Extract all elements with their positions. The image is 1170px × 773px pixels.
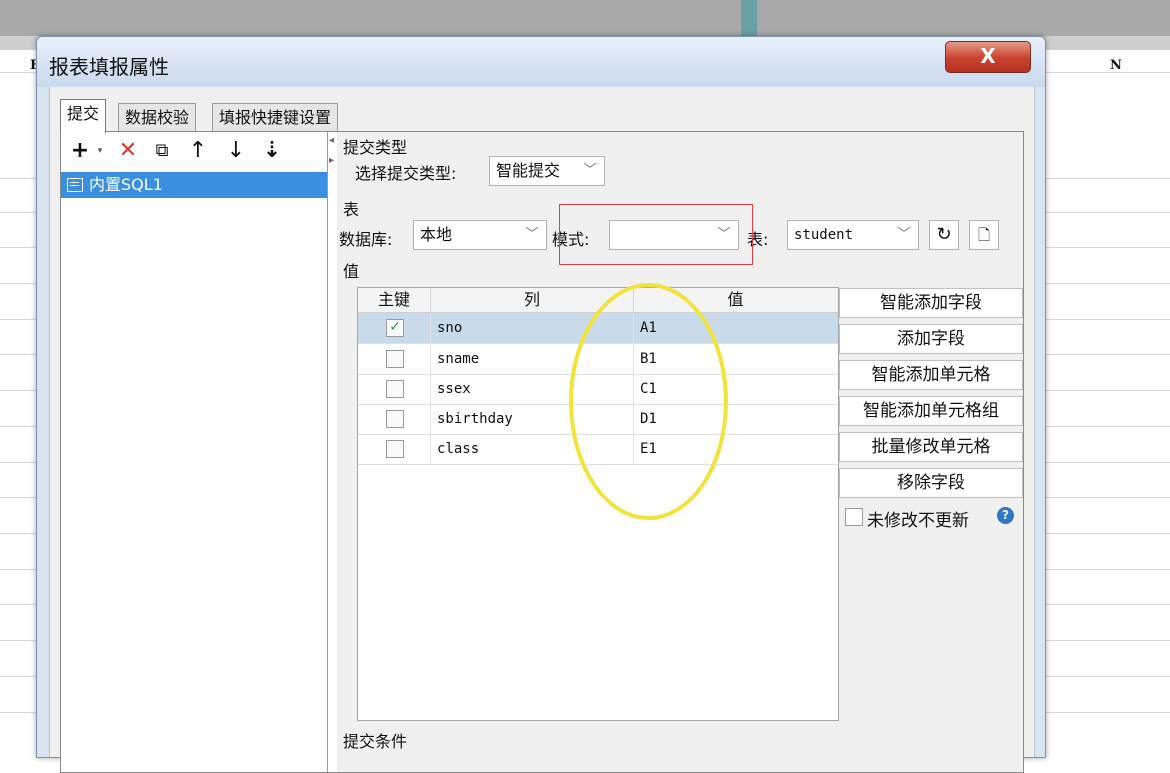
primary-key-checkbox[interactable] [386, 440, 404, 458]
value-section-title: 值 [343, 262, 360, 281]
tree-item-label: 内置SQL1 [89, 175, 163, 194]
primary-key-cell: ✓ [358, 313, 431, 343]
primary-key-cell [358, 434, 431, 464]
background-accent [741, 0, 757, 36]
refresh-icon[interactable]: ↻ [929, 220, 959, 250]
sort-icon[interactable]: ⇣ [259, 138, 285, 164]
database-value: 本地 [420, 225, 453, 244]
copy-icon[interactable]: ⧉ [149, 138, 175, 164]
background-toolbar [0, 0, 1170, 36]
table-section-title: 表 [343, 200, 360, 219]
primary-key-cell [358, 374, 431, 404]
close-button[interactable]: X [945, 41, 1031, 73]
primary-key-checkbox[interactable] [386, 410, 404, 428]
submit-type-select[interactable]: 智能提交 ﹀ [489, 156, 605, 186]
submit-type-section-title: 提交类型 [343, 138, 408, 157]
dialog-client-area: 提交 数据校验 填报快捷键设置 + ▾ ✕ ⧉ ↑ ↓ ⇣ 内置SQL1 ◂ ▸… [49, 87, 1035, 773]
move-down-icon[interactable]: ↓ [223, 138, 249, 164]
dialog-title: 报表填报属性 [49, 55, 169, 79]
annotation-red-box [559, 204, 753, 265]
chevron-down-icon: ﹀ [897, 227, 911, 242]
primary-key-cell [358, 344, 431, 374]
splitter-handle[interactable]: ◂ ▸ [329, 136, 335, 176]
submit-type-value: 智能提交 [496, 161, 561, 180]
database-select[interactable]: 本地 ﹀ [413, 220, 547, 250]
table-value: student [794, 227, 854, 243]
tab-submit[interactable]: 提交 [60, 99, 107, 133]
smart-add-field-button[interactable]: 智能添加字段 [839, 288, 1023, 318]
sql-icon [67, 178, 83, 192]
header-primary-key[interactable]: 主键 [358, 288, 431, 312]
tab-data-validation[interactable]: 数据校验 [118, 103, 197, 132]
add-dropdown-icon[interactable]: ▾ [87, 138, 113, 164]
submit-type-label: 选择提交类型: [355, 164, 457, 183]
primary-key-checkbox[interactable] [386, 380, 404, 398]
smart-add-cell-button[interactable]: 智能添加单元格 [839, 360, 1023, 390]
chevron-down-icon: ﹀ [583, 163, 597, 178]
database-label: 数据库: [339, 230, 393, 249]
report-fill-properties-dialog: 报表填报属性 X 提交 数据校验 填报快捷键设置 + ▾ ✕ ⧉ ↑ ↓ ⇣ 内… [36, 36, 1046, 773]
submit-condition-section-title: 提交条件 [343, 732, 408, 751]
no-update-if-unmodified-checkbox[interactable] [845, 508, 863, 526]
no-update-if-unmodified-label: 未修改不更新 [867, 511, 969, 531]
submit-list-pane: + ▾ ✕ ⧉ ↑ ↓ ⇣ 内置SQL1 [61, 132, 328, 772]
tab-fill-shortcut-settings[interactable]: 填报快捷键设置 [212, 103, 339, 132]
help-icon[interactable]: ? [997, 507, 1014, 524]
preview-table-icon[interactable]: 🗋 [969, 220, 999, 250]
annotation-yellow-ellipse [569, 283, 728, 520]
primary-key-checkbox[interactable] [386, 350, 404, 368]
table-select[interactable]: student ﹀ [787, 220, 919, 250]
primary-key-cell [358, 404, 431, 434]
batch-modify-cells-button[interactable]: 批量修改单元格 [839, 432, 1023, 462]
primary-key-checkbox[interactable]: ✓ [386, 319, 404, 337]
delete-icon[interactable]: ✕ [115, 138, 141, 164]
chevron-down-icon: ﹀ [525, 227, 539, 242]
smart-add-cell-group-button[interactable]: 智能添加单元格组 [839, 396, 1023, 426]
move-up-icon[interactable]: ↑ [185, 138, 211, 164]
remove-field-button[interactable]: 移除字段 [839, 468, 1023, 498]
add-field-button[interactable]: 添加字段 [839, 324, 1023, 354]
submit-tab-panel: + ▾ ✕ ⧉ ↑ ↓ ⇣ 内置SQL1 ◂ ▸ 提交类型 选择提交类型: 智能… [60, 131, 1024, 773]
column-label-n: N [1110, 58, 1122, 73]
dialog-titlebar[interactable]: 报表填报属性 X [37, 37, 1045, 87]
tree-item-builtin-sql[interactable]: 内置SQL1 [61, 172, 327, 198]
